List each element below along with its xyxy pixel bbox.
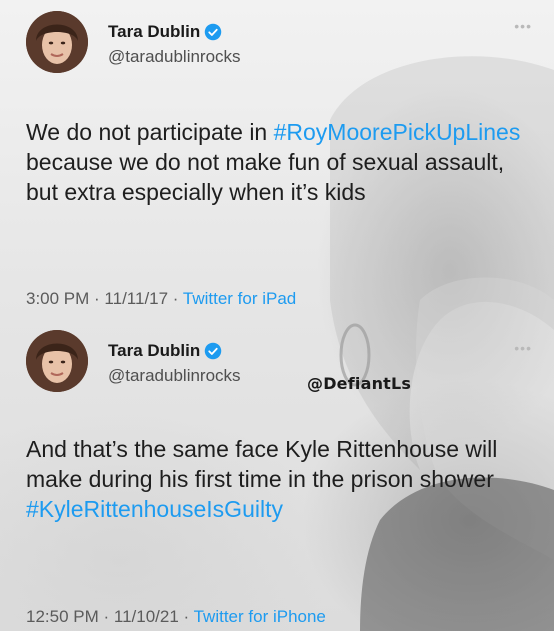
hashtag-link[interactable]: #KyleRittenhouseIsGuilty — [26, 496, 283, 522]
tweet-source-link[interactable]: Twitter for iPhone — [194, 607, 326, 626]
meta-separator: · — [178, 607, 194, 626]
display-name[interactable]: Tara Dublin — [108, 22, 200, 42]
tweet-text-segment: because we do not make fun of sexual ass… — [26, 149, 505, 205]
tweet-date[interactable]: 11/10/21 — [114, 607, 179, 626]
tweet-time[interactable]: 12:50 PM — [26, 607, 99, 626]
tweet-text: And that’s the same face Kyle Rittenhous… — [26, 434, 536, 524]
more-options-icon[interactable]: ••• — [514, 18, 532, 34]
tweet-meta: 3:00 PM · 11/11/17 · Twitter for iPad — [26, 289, 296, 309]
tweet-card[interactable]: Tara Dublin @taradublinrocks ••• And tha… — [0, 318, 554, 631]
tweet-text-segment: And that’s the same face Kyle Rittenhous… — [26, 436, 498, 492]
tweet-source-link[interactable]: Twitter for iPad — [183, 289, 296, 308]
display-name[interactable]: Tara Dublin — [108, 341, 200, 361]
verified-badge-icon — [204, 23, 222, 41]
author-name-row: Tara Dublin — [108, 341, 222, 361]
tweet-text: We do not participate in #RoyMoorePickUp… — [26, 117, 536, 207]
avatar[interactable] — [26, 11, 88, 73]
more-options-icon[interactable]: ••• — [514, 340, 532, 356]
meta-separator: · — [168, 289, 183, 308]
avatar[interactable] — [26, 330, 88, 392]
user-handle[interactable]: @taradublinrocks — [108, 47, 241, 67]
tweet-date[interactable]: 11/11/17 — [104, 289, 168, 308]
tweet-text-segment: We do not participate in — [26, 119, 274, 145]
meta-separator: · — [98, 607, 114, 626]
watermark-text: @DefiantLs — [307, 374, 412, 393]
user-handle[interactable]: @taradublinrocks — [108, 366, 241, 386]
tweet-meta: 12:50 PM · 11/10/21 · Twitter for iPhone — [26, 607, 326, 627]
verified-badge-icon — [204, 342, 222, 360]
tweet-card[interactable]: Tara Dublin @taradublinrocks ••• We do n… — [0, 0, 554, 318]
hashtag-link[interactable]: #RoyMoorePickUpLines — [274, 119, 521, 145]
meta-separator: · — [89, 289, 105, 308]
author-name-row: Tara Dublin — [108, 22, 222, 42]
tweet-time[interactable]: 3:00 PM — [26, 289, 89, 308]
